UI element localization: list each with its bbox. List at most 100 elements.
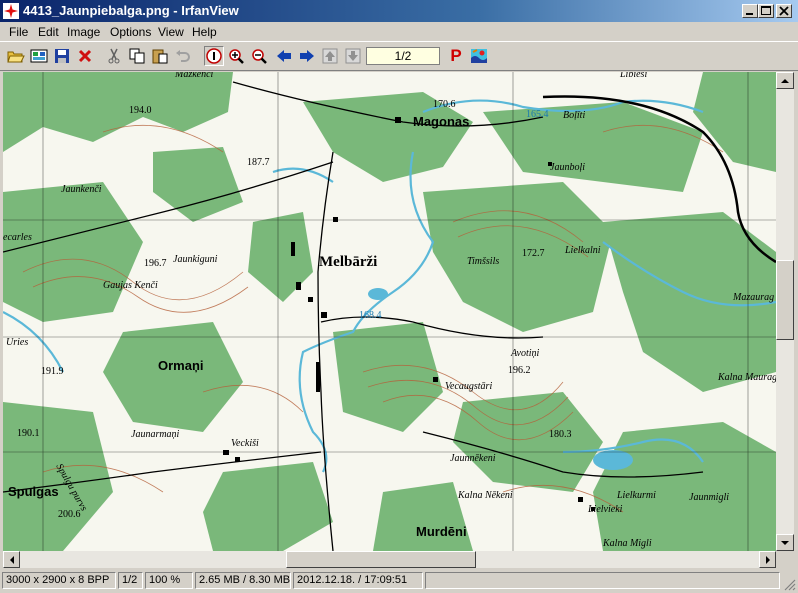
zoom-in-icon [229,49,244,64]
page-indicator: 1/2 [366,47,440,65]
map-label-spulgas: Spulgas [8,484,59,499]
info-button[interactable] [204,46,224,66]
status-dimensions: 3000 x 2900 x 8 BPP [2,572,116,589]
info-icon [206,48,222,64]
map-label-libiesi: Libieši [620,72,648,80]
menu-options[interactable]: Options [110,25,151,39]
image-viewport[interactable]: Melbārži Magonas Ormaņi Spulgas Murdēni … [3,72,776,551]
zoom-out-icon [252,49,267,64]
next-page-icon [345,48,361,64]
window-title: 4413_Jaunpiebalga.png - IrfanView [23,3,239,18]
status-page: 1/2 [118,572,143,589]
map-label-jaunboli: Jaunboļi [550,162,585,173]
map-label-magonas: Magonas [413,114,470,129]
map-label-melbarzi: Melbārži [319,254,378,270]
map-label-jaunarmani: Jaunarmaņi [131,429,180,440]
plugin-p-button[interactable]: P [446,46,466,66]
vertical-scrollbar[interactable] [776,72,794,551]
scroll-corner [776,551,794,568]
irfanview-logo-icon [471,49,487,63]
cut-icon [108,48,120,64]
map-height-1684: 168.4 [359,310,382,321]
save-button[interactable] [52,46,72,66]
map-label-vecaugstari: Vecaugstāri [445,381,493,392]
horizontal-scrollbar[interactable] [3,551,776,568]
scroll-right-button[interactable] [759,551,776,568]
zoom-out-button[interactable] [249,46,269,66]
map-label-mazaurage: Mazaurag [733,292,775,303]
thumbnails-icon [30,49,48,63]
map-label-jaunkenci: Jaunkenči [61,184,102,195]
map-label-kalna-migli: Kalna Migli [603,538,652,549]
previous-button[interactable] [274,46,294,66]
title-bar[interactable]: 4413_Jaunpiebalga.png - IrfanView [0,0,798,22]
map-label-mazkenci: Mazkenči [175,72,214,80]
map-height-1706: 170.6 [433,99,456,110]
map-label-ormani: Ormaņi [158,358,204,373]
map-label-timsisis: Timšsils [467,256,500,267]
next-icon [300,50,314,62]
menu-image[interactable]: Image [67,25,100,39]
map-label-urles: Uries [6,337,29,348]
cut-button[interactable] [104,46,124,66]
map-label-lielkalni: Lielkalni [565,245,601,256]
horizontal-scroll-thumb[interactable] [286,551,476,568]
arrow-up-icon [781,78,789,83]
arrow-right-icon [765,555,770,564]
map-label-lielkurmi: Lielkurmi [617,490,656,501]
status-zoom: 100 % [145,572,193,589]
copy-button[interactable] [127,46,147,66]
arrow-down-icon [781,540,789,545]
delete-icon [78,49,92,63]
status-bar: 3000 x 2900 x 8 BPP 1/2 100 % 2.65 MB / … [0,569,798,593]
vertical-scroll-thumb[interactable] [776,260,794,340]
map-height-1803: 180.3 [549,429,572,440]
map-height-1727: 172.7 [522,248,545,259]
zoom-in-button[interactable] [226,46,246,66]
thumbnails-button[interactable] [29,46,49,66]
close-button[interactable] [776,4,792,18]
arrow-left-icon [9,555,14,564]
topographic-map-image [3,72,776,551]
map-height-1901: 190.1 [17,428,40,439]
scroll-left-button[interactable] [3,551,20,568]
menu-help[interactable]: Help [192,25,217,39]
map-height-1967: 196.7 [144,258,167,269]
open-button[interactable] [6,46,26,66]
scroll-up-button[interactable] [776,72,794,89]
copy-icon [129,48,145,64]
irfanview-logo-button[interactable] [469,46,489,66]
minimize-icon [746,13,753,15]
next-button[interactable] [297,46,317,66]
undo-button[interactable] [173,46,193,66]
save-icon [55,49,69,63]
paste-icon [152,49,168,64]
maximize-button[interactable] [758,4,774,18]
menu-view[interactable]: View [158,25,184,39]
menu-file[interactable]: File [9,25,28,39]
map-label-carles: ecarles [3,232,32,243]
map-height-2006: 200.6 [58,509,81,520]
map-label-gaujas-kenci: Gaujas Kenči [103,280,158,291]
delete-button[interactable] [75,46,95,66]
map-label-veckisi: Veckiši [231,438,259,449]
resize-grip-icon[interactable] [782,577,796,591]
menu-edit[interactable]: Edit [38,25,59,39]
map-label-avotini: Avotiņi [511,348,540,359]
map-label-jaunkiguni: Jaunkiguni [173,254,218,265]
scroll-down-button[interactable] [776,534,794,551]
previous-page-icon [322,48,338,64]
close-icon [779,6,789,16]
previous-icon [277,50,291,62]
paste-button[interactable] [150,46,170,66]
irfanview-app-icon[interactable] [3,3,19,19]
menu-bar: File Edit Image Options View Help [0,22,798,41]
map-label-murdeni: Murdēni [416,524,467,539]
status-filesize: 2.65 MB / 8.30 MB [195,572,291,589]
next-page-button[interactable] [343,46,363,66]
previous-page-button[interactable] [320,46,340,66]
map-height-1962: 196.2 [508,365,531,376]
minimize-button[interactable] [742,4,758,18]
toolbar: 1/2 P [0,41,798,71]
status-datetime: 2012.12.18. / 17:09:51 [293,572,423,589]
